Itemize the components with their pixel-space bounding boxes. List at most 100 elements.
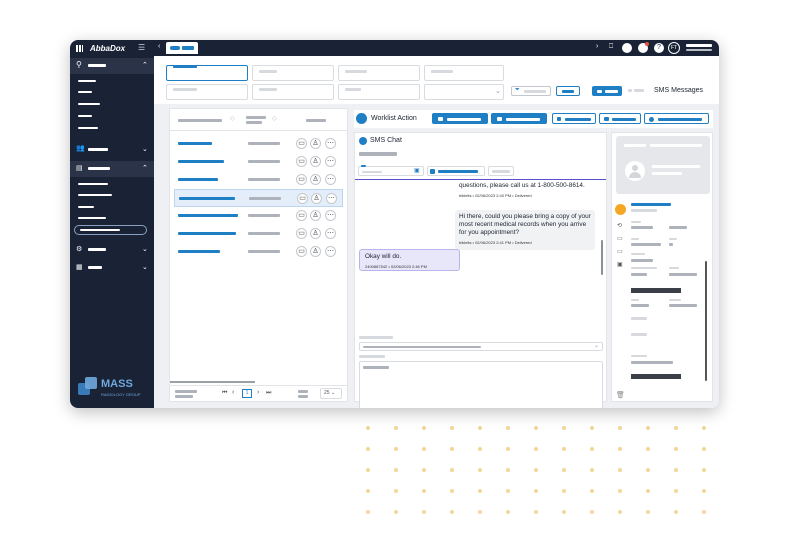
template-dropdown[interactable]: ⌄ — [359, 342, 603, 351]
sidebar-subitem[interactable] — [78, 115, 92, 117]
more-icon[interactable]: ⋯ — [326, 193, 337, 204]
sidebar-item-documents[interactable]: ▤ ⌃ — [70, 161, 154, 177]
cell-patient[interactable] — [178, 160, 224, 163]
more-icon[interactable]: ⋯ — [325, 228, 336, 239]
table-row[interactable]: ▭ ♙ ⋯ — [178, 207, 341, 225]
sidebar-item-reports[interactable]: ▦ ⌄ — [70, 261, 154, 275]
filter-field[interactable] — [424, 65, 504, 81]
history-icon[interactable]: ⟲ — [617, 222, 622, 229]
assign-user-icon[interactable]: ♙ — [310, 174, 321, 185]
first-page-icon[interactable]: ⏮ — [222, 390, 227, 397]
filter-field[interactable] — [252, 84, 334, 100]
table-row[interactable]: ▭ ♙ ⋯ — [178, 243, 341, 261]
assign-user-icon[interactable]: ♙ — [311, 193, 322, 204]
filter-button[interactable]: ⏷ — [511, 86, 551, 96]
chat-icon[interactable]: ▭ — [617, 235, 623, 242]
table-row[interactable]: ▭ ♙ ⋯ — [174, 189, 343, 207]
last-page-icon[interactable]: ⏭ — [266, 390, 271, 397]
sms-messages-label[interactable]: SMS Messages — [654, 87, 703, 94]
user-name[interactable] — [686, 44, 712, 47]
more-icon[interactable]: ⋯ — [325, 156, 336, 167]
phone-select[interactable]: ▣ — [358, 165, 424, 176]
table-row[interactable]: ▭ ♙ ⋯ — [178, 153, 341, 171]
sort-icon[interactable]: ◇ — [230, 115, 235, 122]
search-button[interactable] — [556, 86, 580, 96]
column-header[interactable] — [246, 116, 266, 119]
avatar[interactable]: FT — [668, 42, 680, 54]
chevron-right-icon[interactable]: › — [596, 43, 598, 50]
assign-user-icon[interactable]: ♙ — [310, 156, 321, 167]
assign-user-icon[interactable]: ♙ — [310, 210, 321, 221]
filter-field[interactable] — [338, 65, 420, 81]
assign-user-icon[interactable]: ♙ — [310, 138, 321, 149]
cell-patient[interactable] — [178, 214, 238, 217]
page-number[interactable]: 1 — [242, 389, 252, 398]
chat-icon[interactable] — [638, 42, 649, 53]
sidebar-item-search[interactable]: ⚲ ⌃ — [70, 58, 154, 74]
cell-patient[interactable] — [178, 142, 212, 145]
chat-icon[interactable]: ▭ — [296, 210, 307, 221]
action-button-card[interactable] — [599, 113, 641, 124]
more-icon[interactable]: ⋯ — [325, 246, 336, 257]
menu-toggle-icon[interactable]: ☰ — [138, 43, 145, 52]
prev-page-icon[interactable]: ‹ — [232, 389, 234, 396]
sidebar-subitem[interactable] — [78, 127, 98, 129]
page-size-select[interactable]: 25 ⌄ — [320, 388, 342, 399]
cell-patient[interactable] — [178, 250, 220, 253]
chevron-left-icon[interactable]: ‹ — [158, 43, 160, 50]
more-icon[interactable]: ⋯ — [325, 138, 336, 149]
cell-patient[interactable] — [179, 197, 235, 200]
sidebar-subitem-selected[interactable] — [74, 225, 147, 235]
more-icon[interactable]: ⋯ — [325, 210, 336, 221]
message-textarea[interactable] — [359, 361, 603, 408]
bell-icon[interactable] — [622, 43, 632, 53]
column-header[interactable] — [306, 119, 326, 122]
apps-grid-icon[interactable] — [76, 45, 83, 52]
next-page-icon[interactable]: › — [257, 389, 259, 396]
chat-icon[interactable]: ▭ — [296, 156, 307, 167]
sidebar-subitem[interactable] — [78, 103, 100, 105]
bookmark-icon[interactable]: ⎕ — [609, 43, 613, 51]
table-row[interactable]: ▭ ♙ ⋯ — [178, 225, 341, 243]
vertical-scrollbar[interactable] — [705, 261, 707, 381]
cell-patient[interactable] — [178, 178, 218, 181]
user-icon[interactable] — [615, 204, 626, 215]
table-row[interactable]: ▭ ♙ ⋯ — [178, 171, 341, 189]
card-icon[interactable]: ▭ — [617, 248, 623, 255]
table-row[interactable]: ▭ ♙ ⋯ — [178, 135, 341, 153]
sidebar-subitem[interactable] — [78, 183, 108, 185]
document-icon[interactable]: ▣ — [617, 261, 623, 268]
chat-icon[interactable]: ▭ — [296, 228, 307, 239]
column-header[interactable] — [178, 119, 222, 122]
sidebar-subitem[interactable] — [78, 217, 106, 219]
assign-user-icon[interactable]: ♙ — [310, 246, 321, 257]
chat-icon[interactable]: ▭ — [297, 193, 308, 204]
cell-patient[interactable] — [178, 232, 236, 235]
help-icon[interactable]: ? — [654, 43, 664, 53]
horizontal-scrollbar[interactable] — [170, 381, 255, 383]
filter-field[interactable] — [338, 84, 420, 100]
action-button-more[interactable] — [644, 113, 709, 124]
chat-icon[interactable]: ▭ — [296, 174, 307, 185]
sidebar-item-settings[interactable]: ⚙ ⌄ — [70, 243, 154, 257]
chat-icon[interactable]: ▭ — [296, 138, 307, 149]
sidebar-subitem[interactable] — [78, 194, 112, 196]
trash-icon[interactable]: 🗑 — [616, 391, 625, 399]
sidebar-item-users[interactable]: 👥 ⌄ — [70, 141, 154, 157]
tab-active[interactable] — [166, 42, 198, 54]
more-icon[interactable]: ⋯ — [325, 174, 336, 185]
send-options[interactable] — [488, 166, 514, 176]
filter-field[interactable] — [166, 84, 248, 100]
filter-field[interactable] — [166, 65, 248, 81]
view-toggle[interactable] — [624, 86, 648, 96]
view-toggle-active[interactable] — [592, 86, 622, 96]
filter-field[interactable] — [252, 65, 334, 81]
sort-icon[interactable]: ◇ — [272, 115, 277, 122]
action-button-assign[interactable] — [491, 113, 547, 124]
vertical-scrollbar[interactable] — [601, 240, 603, 275]
assign-user-icon[interactable]: ♙ — [310, 228, 321, 239]
template-select[interactable] — [427, 166, 485, 176]
action-button-sms[interactable] — [432, 113, 488, 124]
sidebar-subitem[interactable] — [78, 206, 94, 208]
action-button-calendar[interactable] — [552, 113, 596, 124]
